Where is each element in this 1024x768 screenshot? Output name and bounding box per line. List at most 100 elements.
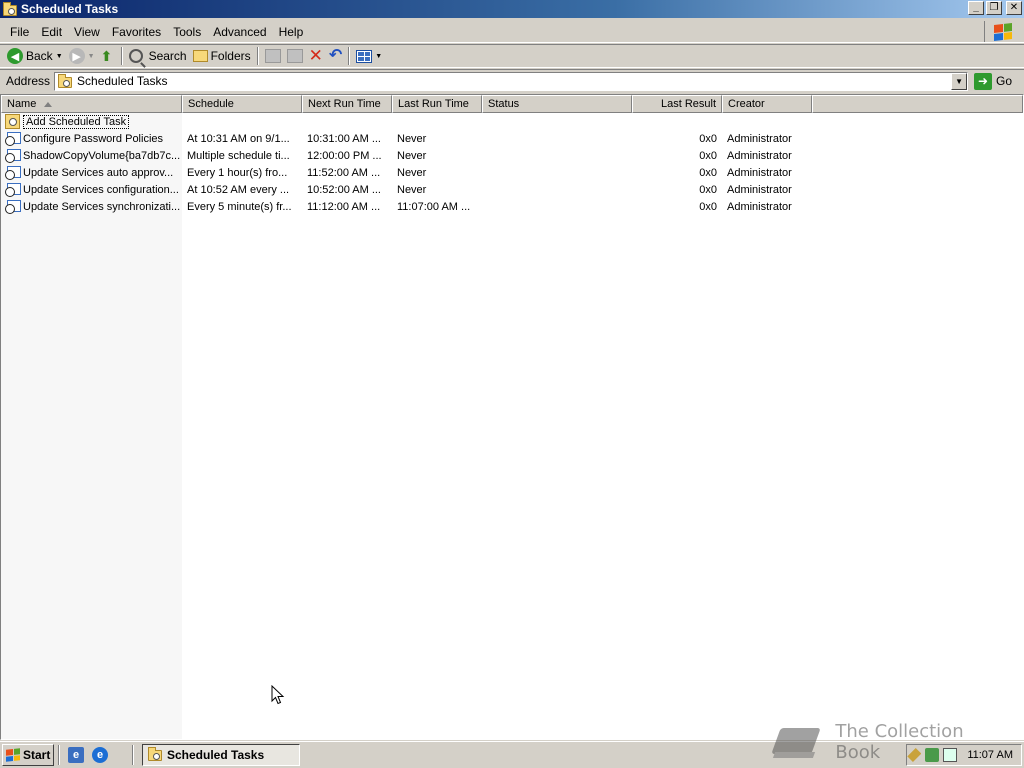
task-next-run: 12:00:00 PM ... (307, 149, 382, 162)
go-label: Go (996, 74, 1013, 88)
task-next-run: 11:12:00 AM ... (307, 200, 381, 213)
task-creator: Administrator (727, 132, 792, 145)
search-icon (128, 49, 143, 63)
task-last-run: Never (397, 183, 427, 196)
task-last-run: 11:07:00 AM ... (397, 200, 471, 213)
task-last-result: 0x0 (699, 166, 717, 179)
restore-button[interactable]: ❐ (986, 1, 1002, 15)
up-folder-icon: ⬆ (100, 48, 113, 64)
scheduled-task-icon (5, 199, 21, 214)
taskbar-separator (132, 745, 134, 765)
go-button[interactable]: ➜ Go (974, 72, 1013, 90)
task-list-view[interactable]: Name Schedule Next Run Time Last Run Tim… (0, 94, 1024, 740)
column-header-creator[interactable]: Creator (722, 95, 812, 113)
address-label: Address (6, 74, 51, 88)
folders-icon (192, 50, 208, 62)
watermark-text: The Collection Book (835, 721, 964, 763)
show-desktop-icon[interactable]: e (68, 747, 84, 763)
column-header-next-run-time[interactable]: Next Run Time (302, 95, 392, 113)
start-button[interactable]: Start (2, 744, 54, 766)
address-input[interactable]: Scheduled Tasks ▼ (54, 71, 969, 91)
task-creator: Administrator (727, 149, 792, 162)
menu-help[interactable]: Help (273, 25, 310, 39)
window-title: Scheduled Tasks (21, 2, 119, 16)
delete-button[interactable]: ✕ (306, 45, 326, 67)
task-schedule: At 10:52 AM every ... (187, 183, 290, 196)
menu-bar: File Edit View Favorites Tools Advanced … (0, 21, 1024, 43)
move-to-icon (264, 49, 281, 63)
back-dropdown-icon[interactable]: ▼ (56, 53, 63, 60)
table-row[interactable]: Update Services configuration... At 10:5… (1, 181, 812, 198)
menu-view[interactable]: View (68, 25, 106, 39)
scheduled-tasks-folder-icon (148, 746, 162, 761)
table-row[interactable]: Update Services synchronizati... Every 5… (1, 198, 812, 215)
close-button[interactable]: ✕ (1006, 1, 1022, 15)
table-row[interactable]: Update Services auto approv... Every 1 h… (1, 164, 812, 181)
quick-launch-separator (58, 745, 60, 765)
minimize-button[interactable]: _ (968, 1, 984, 15)
forward-button[interactable]: ▶ ▼ (66, 45, 98, 67)
task-creator: Administrator (727, 200, 792, 213)
up-folder-button[interactable]: ⬆ (98, 45, 118, 67)
book-icon (772, 722, 823, 762)
back-arrow-icon: ◀ (7, 48, 23, 64)
undo-button[interactable]: ↶ (326, 45, 345, 67)
move-to-button[interactable] (262, 45, 284, 67)
copy-to-icon (286, 49, 303, 63)
column-header-name[interactable]: Name (1, 95, 182, 113)
title-bar[interactable]: Scheduled Tasks _ ❐ ✕ (0, 0, 1024, 18)
scheduled-task-icon (5, 131, 21, 146)
windows-logo-icon (984, 21, 1020, 42)
forward-dropdown-icon[interactable]: ▼ (88, 53, 95, 60)
add-task-label: Add Scheduled Task (23, 114, 130, 129)
column-header-filler (812, 95, 1023, 113)
back-button[interactable]: ◀ Back ▼ (4, 45, 66, 67)
task-schedule: Multiple schedule ti... (187, 149, 290, 162)
windows-logo-icon (6, 748, 20, 762)
internet-explorer-icon[interactable]: e (92, 747, 108, 763)
menu-advanced[interactable]: Advanced (207, 25, 272, 39)
address-dropdown-icon[interactable]: ▼ (951, 72, 968, 90)
task-last-run: Never (397, 132, 427, 145)
task-schedule: Every 1 hour(s) fro... (187, 166, 288, 179)
views-dropdown-icon[interactable]: ▼ (375, 53, 382, 60)
task-next-run: 10:31:00 AM ... (307, 132, 381, 145)
window-controls: _ ❐ ✕ (968, 1, 1022, 15)
column-header-status[interactable]: Status (482, 95, 632, 113)
table-row[interactable]: ShadowCopyVolume{ba7db7c... Multiple sch… (1, 147, 812, 164)
taskbar-button-label: Scheduled Tasks (167, 748, 265, 762)
menu-edit[interactable]: Edit (35, 25, 68, 39)
menu-file[interactable]: File (4, 25, 35, 39)
menu-tools[interactable]: Tools (167, 25, 207, 39)
search-button[interactable]: Search (126, 45, 190, 67)
task-last-result: 0x0 (699, 183, 717, 196)
add-task-icon (5, 114, 20, 129)
copy-to-button[interactable] (284, 45, 306, 67)
scheduled-task-icon (5, 182, 21, 197)
undo-icon: ↶ (328, 47, 343, 64)
folders-label: Folders (210, 49, 251, 63)
task-last-result: 0x0 (699, 149, 717, 162)
table-row[interactable]: Configure Password Policies At 10:31 AM … (1, 130, 812, 147)
task-name: ShadowCopyVolume{ba7db7c... (23, 149, 181, 162)
delete-icon: ✕ (308, 46, 323, 65)
scheduled-tasks-folder-icon (58, 74, 73, 88)
add-scheduled-task-item[interactable]: Add Scheduled Task (1, 113, 812, 130)
task-schedule: Every 5 minute(s) fr... (187, 200, 292, 213)
taskbar-button-scheduled-tasks[interactable]: Scheduled Tasks (142, 744, 300, 766)
task-last-run: Never (397, 166, 427, 179)
toolbar-separator (120, 47, 123, 65)
column-header-last-result[interactable]: Last Result (632, 95, 722, 113)
toolbar-separator (256, 47, 259, 65)
column-header-schedule[interactable]: Schedule (182, 95, 302, 113)
views-button[interactable]: ▼ (353, 45, 385, 67)
forward-arrow-icon: ▶ (68, 48, 85, 64)
menu-favorites[interactable]: Favorites (106, 25, 167, 39)
task-schedule: At 10:31 AM on 9/1... (187, 132, 290, 145)
folders-button[interactable]: Folders (190, 45, 254, 67)
task-name: Update Services auto approv... (23, 166, 174, 179)
watermark: The Collection Book (772, 718, 1012, 766)
sort-ascending-icon (44, 101, 53, 107)
column-header-last-run-time[interactable]: Last Run Time (392, 95, 482, 113)
task-rows: Add Scheduled Task Configure Password Po… (1, 113, 812, 215)
